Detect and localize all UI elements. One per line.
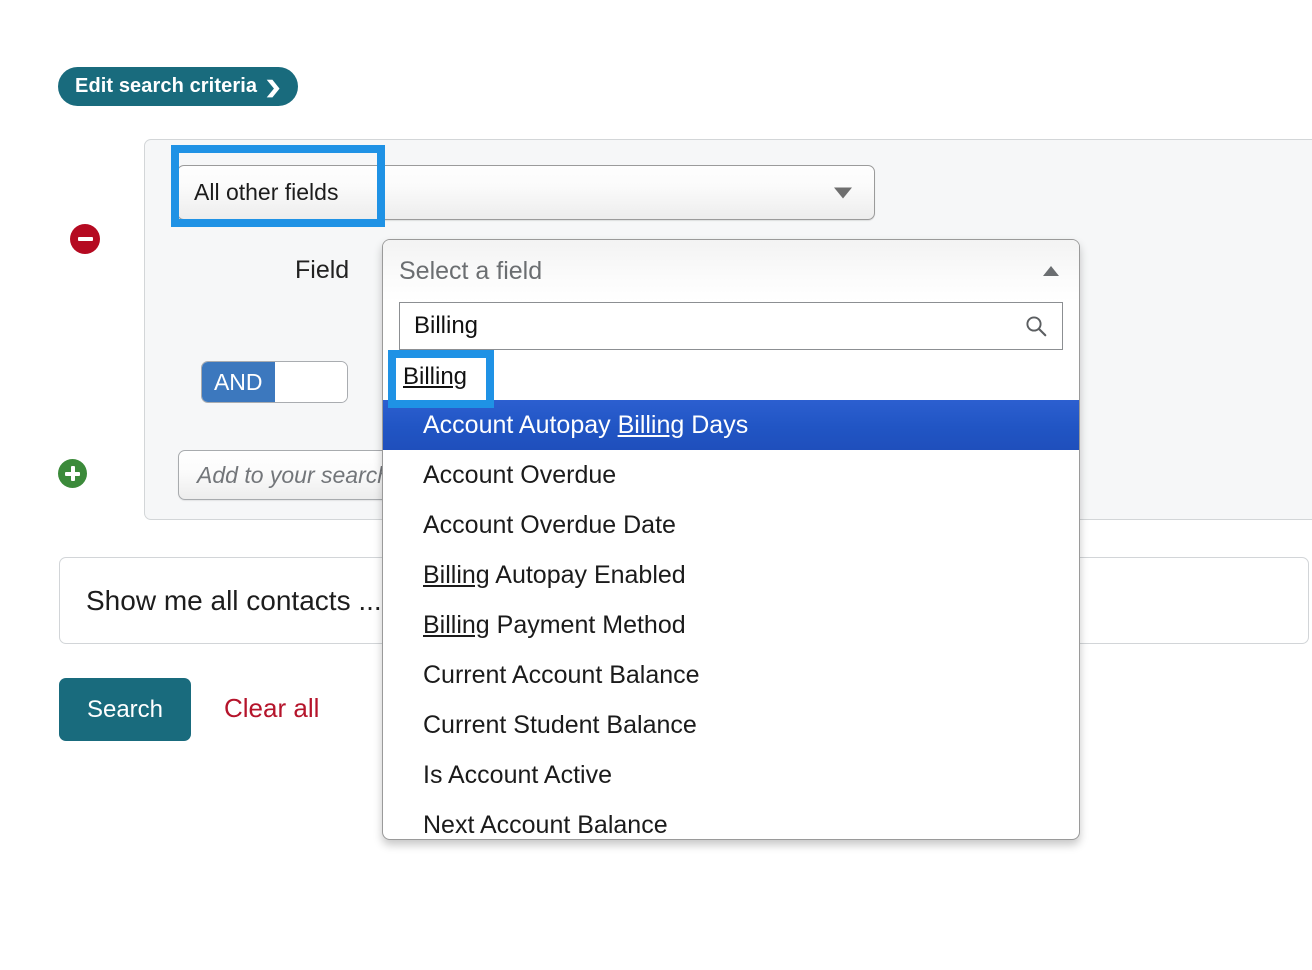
field-options-list: Billing Account Autopay Billing DaysAcco… xyxy=(383,350,1079,840)
clear-all-link[interactable]: Clear all xyxy=(224,693,319,724)
plus-glyph-vertical xyxy=(71,466,75,481)
edit-search-criteria-label: Edit search criteria xyxy=(75,75,257,98)
edit-search-criteria-button[interactable]: Edit search criteria ❯ xyxy=(58,67,298,106)
add-to-search-placeholder: Add to your search xyxy=(197,462,390,489)
field-option-item[interactable]: Is Account Active xyxy=(383,750,1079,800)
chevron-down-icon: ❯ xyxy=(264,79,282,96)
toggle-and-segment[interactable]: AND xyxy=(202,362,275,402)
search-builder-screen: Edit search criteria ❯ All other fields … xyxy=(0,0,1312,970)
field-option-item[interactable]: Account Autopay Billing Days xyxy=(383,400,1079,450)
toggle-or-segment[interactable] xyxy=(275,362,348,402)
field-option-item[interactable]: Billing Autopay Enabled xyxy=(383,550,1079,600)
search-button[interactable]: Search xyxy=(59,678,191,741)
field-option-item[interactable]: Account Overdue Date xyxy=(383,500,1079,550)
field-dropdown-panel: Select a field Billing Account Autopay B… xyxy=(382,239,1080,840)
minus-glyph xyxy=(78,237,93,241)
field-search-input[interactable] xyxy=(412,311,1016,341)
field-dropdown-header-label: Select a field xyxy=(399,257,542,286)
search-summary-text: Show me all contacts ... xyxy=(86,585,382,617)
triangle-down-icon xyxy=(834,187,852,198)
field-label: Field xyxy=(295,256,349,285)
chevron-up-icon xyxy=(1043,266,1059,276)
scope-select-value: All other fields xyxy=(194,179,338,206)
and-or-toggle[interactable]: AND xyxy=(201,361,348,403)
field-option-group-billing[interactable]: Billing xyxy=(383,354,1079,400)
search-icon[interactable] xyxy=(1024,314,1048,338)
minus-circle-icon[interactable] xyxy=(70,224,100,254)
field-option-item[interactable]: Current Account Balance xyxy=(383,650,1079,700)
field-option-item[interactable]: Next Account Balance xyxy=(383,800,1079,840)
field-option-item[interactable]: Current Student Balance xyxy=(383,700,1079,750)
field-search-row[interactable] xyxy=(399,302,1063,350)
field-option-item[interactable]: Account Overdue xyxy=(383,450,1079,500)
plus-circle-icon[interactable] xyxy=(58,459,87,488)
field-option-item[interactable]: Billing Payment Method xyxy=(383,600,1079,650)
scope-select[interactable]: All other fields xyxy=(177,165,875,220)
field-dropdown-header[interactable]: Select a field xyxy=(383,240,1079,302)
